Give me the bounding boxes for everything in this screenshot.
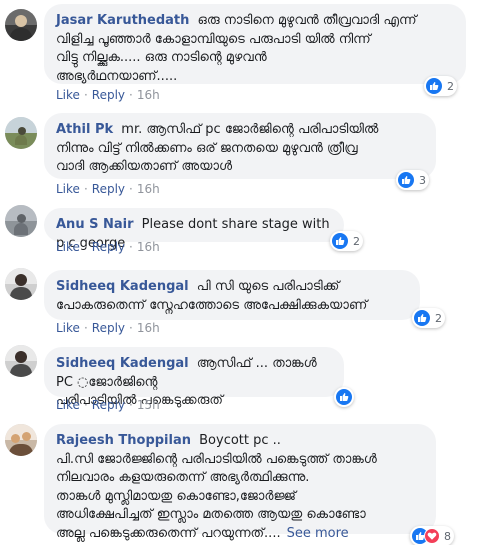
comment-bubble: Sidheeq Kadengal ആസിഫ് ... താങ്കൾ PC ◌ജോ… [44,347,344,408]
reaction-summary[interactable]: 3 [396,170,429,190]
like-reaction-icon [332,233,348,249]
separator: · [129,321,133,335]
reply-button[interactable]: Reply [92,88,125,102]
like-button[interactable]: Like [56,88,80,102]
reaction-summary[interactable]: 2 [330,231,363,251]
comment-author[interactable]: Athil Pk [56,122,113,137]
separator: · [83,398,88,412]
reply-button[interactable]: Reply [92,182,125,196]
separator: · [129,182,133,196]
separator: · [83,182,88,196]
like-button[interactable]: Like [56,182,80,196]
avatar-head [17,214,26,223]
separator: · [83,240,88,254]
comment-bubble: Anu S Nair Please dont share stage with … [44,208,344,251]
reaction-count: 3 [419,173,426,187]
reaction-summary[interactable]: 8 [410,526,454,545]
comment-actions: Like · Reply · 16h [56,182,160,196]
timestamp[interactable]: 16h [137,321,160,335]
avatar-body [14,223,28,235]
comment-author[interactable]: Sidheeq Kadengal [56,279,189,294]
comment-actions: Like · Reply · 16h [56,321,160,335]
comment-author[interactable]: Jasar Karuthedath [56,13,189,28]
comment-text: Boycott pc .. പി.സി ജോർജ്ജിന്റെ പരിപാടിയ… [56,433,377,541]
reaction-count: 2 [435,311,442,325]
avatar-head [11,434,20,443]
comment-bubble: Athil Pk mr. ആസിഫ് pc ജോർജിന്റെ പരിപാടിയ… [44,113,436,179]
separator: · [129,398,133,412]
reaction-summary[interactable] [334,387,354,407]
timestamp[interactable]: 16h [137,182,160,196]
separator: · [129,240,133,254]
avatar-head [22,432,31,441]
avatar-head [15,274,27,286]
reply-button[interactable]: Reply [92,398,125,412]
reaction-count: 2 [447,79,454,93]
comment-author[interactable]: Rajeesh Thoppilan [56,433,191,448]
comment-actions: Like · Reply · 16h [56,240,160,254]
like-reaction-icon [398,172,414,188]
reaction-count: 2 [353,234,360,248]
reaction-summary[interactable]: 2 [424,76,457,96]
avatar-body [10,287,32,300]
like-button[interactable]: Like [56,321,80,335]
comment-author[interactable]: Sidheeq Kadengal [56,356,189,371]
like-reaction-icon [426,78,442,94]
reaction-summary[interactable]: 2 [412,308,445,328]
like-reaction-icon [336,389,352,405]
comment-bubble: Rajeesh Thoppilan Boycott pc .. പി.സി ജോ… [44,424,436,541]
reply-button[interactable]: Reply [92,321,125,335]
timestamp[interactable]: 15h [137,398,160,412]
avatar[interactable] [5,345,37,377]
timestamp[interactable]: 16h [137,240,160,254]
like-button[interactable]: Like [56,398,80,412]
comment-author[interactable]: Anu S Nair [56,217,134,232]
avatar[interactable] [5,205,37,237]
avatar-head [15,351,27,363]
avatar-body [10,364,32,377]
like-reaction-icon [414,310,430,326]
comment-bubble: Jasar Karuthedath ഒരു നാടിനെ മുഴുവൻ തീവ്… [44,4,466,84]
love-reaction-icon [424,528,440,544]
comment-bubble: Sidheeq Kadengal പി സി യുടെ പരിപാടിക്ക് … [44,270,420,320]
avatar[interactable] [5,117,37,149]
comment-actions: Like · Reply · 16h [56,88,160,102]
avatar-background [5,424,37,440]
avatar-body [9,444,33,456]
avatar-body [10,28,32,41]
avatar-body [15,135,27,145]
comment-actions: Like · Reply · 15h [56,398,160,412]
avatar[interactable] [5,424,37,456]
avatar-head [18,127,26,135]
reaction-count: 8 [444,529,451,543]
separator: · [83,88,88,102]
avatar-head [15,15,27,27]
separator: · [83,321,88,335]
timestamp[interactable]: 16h [137,88,160,102]
see-more-link[interactable]: See more [287,526,349,541]
avatar[interactable] [5,268,37,300]
separator: · [129,88,133,102]
avatar[interactable] [5,9,37,41]
like-button[interactable]: Like [56,240,80,254]
reply-button[interactable]: Reply [92,240,125,254]
